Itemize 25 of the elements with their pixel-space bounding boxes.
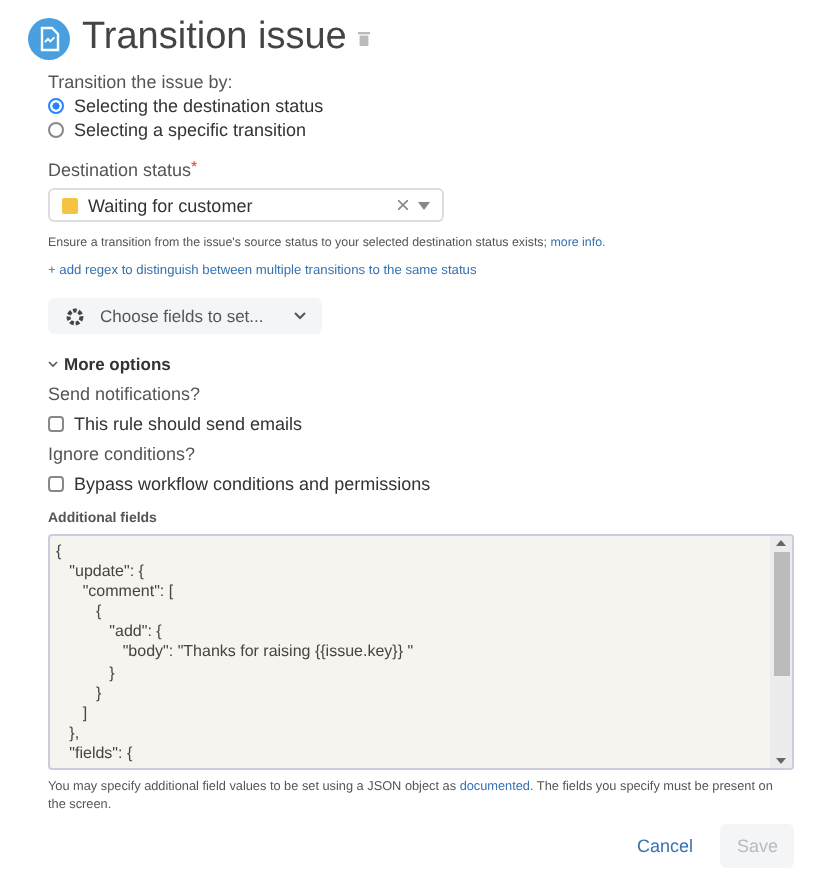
page-title: Transition issue <box>82 16 347 60</box>
gear-icon <box>64 305 86 327</box>
document-icon <box>28 17 70 59</box>
clear-icon[interactable] <box>398 200 408 210</box>
more-options-toggle[interactable]: More options <box>48 354 171 374</box>
scroll-up-icon[interactable] <box>776 540 786 546</box>
json-editor[interactable]: { "update": { "comment": [ { "add": { "body": "Thanks for raising {{issue.key}} " } } ] }, "fields": { <box>48 534 794 770</box>
chevron-down-icon <box>293 312 306 320</box>
scrollbar-thumb[interactable] <box>773 552 789 676</box>
option-label: Send notifications? <box>48 384 203 404</box>
transition-label: Transition the issue by: <box>48 72 235 92</box>
option-label: Ignore conditions? <box>48 444 198 464</box>
status-select[interactable]: Waiting for customer <box>48 188 444 222</box>
checkbox-option[interactable]: Bypass workflow conditions and permissions <box>48 474 794 494</box>
radio-option[interactable]: Selecting the destination status <box>48 96 794 116</box>
destination-label: Destination status <box>48 160 192 180</box>
scroll-down-icon[interactable] <box>776 758 786 764</box>
cancel-link[interactable]: Cancel <box>620 824 709 868</box>
radio-option[interactable]: Selecting a specific transition <box>48 120 794 140</box>
dropdown-caret-icon[interactable] <box>418 201 430 209</box>
trash-icon[interactable] <box>358 31 371 45</box>
choose-fields-button[interactable]: Choose fields to set... <box>48 298 322 334</box>
checkbox-option[interactable]: This rule should send emails <box>48 414 794 434</box>
chevron-icon <box>48 360 58 368</box>
required-mark: * <box>191 160 198 176</box>
